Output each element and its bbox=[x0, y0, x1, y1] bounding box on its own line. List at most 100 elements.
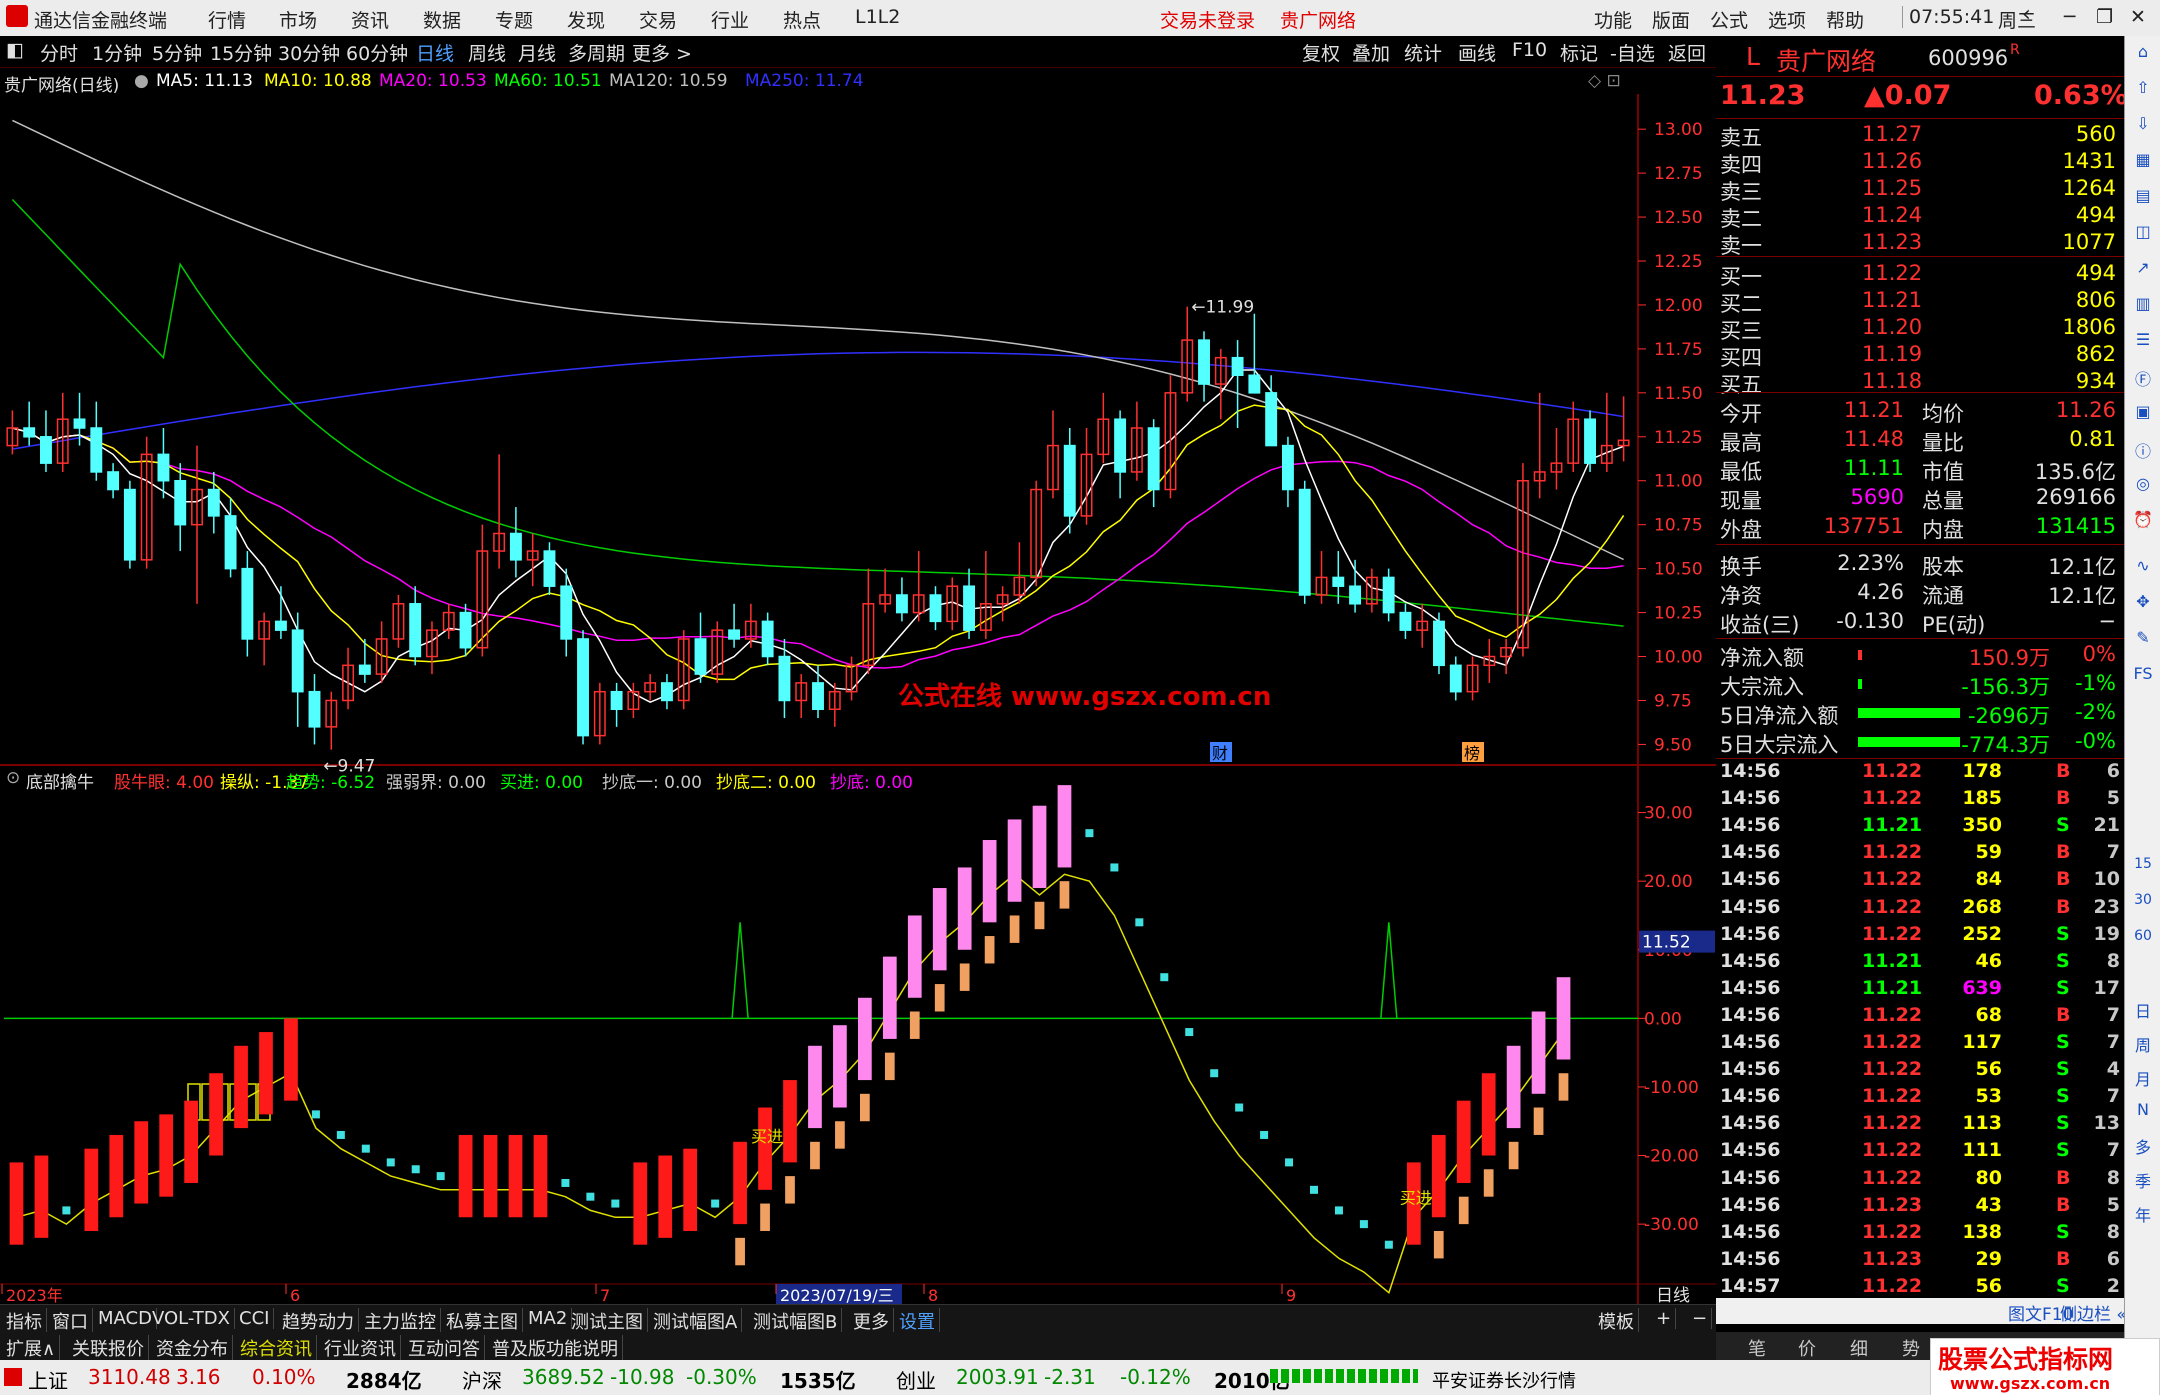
candle-body[interactable] bbox=[90, 427, 103, 473]
indicator-tab[interactable]: 主力监控 bbox=[360, 1308, 441, 1334]
btn-overlay[interactable]: 叠加 bbox=[1352, 39, 1390, 66]
btn-draw[interactable]: 画线 bbox=[1458, 39, 1496, 66]
link-sidebar[interactable]: 侧边栏 « bbox=[2060, 1300, 2127, 1325]
trend-icon[interactable]: ↗ bbox=[2131, 258, 2155, 280]
bid-row[interactable]: 买二 11.21 806 bbox=[1716, 288, 2124, 316]
candle-body[interactable] bbox=[459, 611, 472, 649]
alarm-icon[interactable]: ⏰ bbox=[2131, 510, 2155, 532]
candle-body[interactable] bbox=[895, 594, 908, 614]
candle-body[interactable] bbox=[1449, 664, 1462, 693]
period-num-60[interactable]: 60 bbox=[2131, 928, 2155, 950]
candle-body[interactable] bbox=[1231, 356, 1244, 377]
candle-body[interactable] bbox=[577, 638, 589, 737]
ask-row[interactable]: 卖五 11.27 560 bbox=[1716, 122, 2124, 150]
indicator-tab[interactable]: VOL-TDX bbox=[148, 1308, 235, 1329]
candle-body[interactable] bbox=[660, 682, 673, 702]
period-quick[interactable]: 日 bbox=[2131, 998, 2155, 1021]
indicator-tab[interactable]: 趋势动力 bbox=[278, 1308, 359, 1334]
menu-options[interactable]: 选项 bbox=[1768, 6, 1806, 33]
candle-body[interactable] bbox=[123, 488, 136, 561]
ask-row[interactable]: 卖四 11.26 1431 bbox=[1716, 149, 2124, 177]
menu-topic[interactable]: 专题 bbox=[495, 6, 533, 33]
bid-row[interactable]: 买四 11.19 862 bbox=[1716, 342, 2124, 370]
indicator-tab[interactable]: 指标 bbox=[2, 1308, 47, 1334]
candle-body[interactable] bbox=[1248, 374, 1261, 394]
extension-tab[interactable]: 资金分布 bbox=[152, 1335, 233, 1361]
menu-hot[interactable]: 热点 bbox=[783, 6, 821, 33]
login-status[interactable]: 交易未登录 bbox=[1160, 6, 1255, 33]
candle-body[interactable] bbox=[509, 532, 522, 561]
chart-area[interactable]: 13.00 12.75 12.50 12.25 12.00 11.75 11.50 11.25… bbox=[0, 94, 1716, 1304]
candle-body[interactable] bbox=[1349, 585, 1362, 605]
extension-tab[interactable]: 行业资讯 bbox=[320, 1335, 401, 1361]
menu-discover[interactable]: 发现 bbox=[567, 6, 605, 33]
candle-body[interactable] bbox=[543, 550, 556, 587]
period-60min[interactable]: 60分钟 bbox=[346, 39, 408, 66]
period-15min[interactable]: 15分钟 bbox=[210, 39, 272, 66]
menu-data[interactable]: 数据 bbox=[423, 6, 461, 33]
candle-body[interactable] bbox=[1298, 488, 1311, 596]
period-month[interactable]: 月线 bbox=[518, 39, 556, 66]
indicator-tab[interactable]: 测试主图 bbox=[567, 1308, 648, 1334]
period-day[interactable]: 日线 bbox=[416, 39, 454, 66]
period-num-30[interactable]: 30 bbox=[2131, 892, 2155, 914]
ask-row[interactable]: 卖二 11.24 494 bbox=[1716, 203, 2124, 231]
ma-settings-icon[interactable]: ● bbox=[134, 71, 149, 91]
indicator-tab[interactable]: MA2 bbox=[524, 1308, 573, 1329]
menu-industry[interactable]: 行业 bbox=[711, 6, 749, 33]
btn-mark[interactable]: 标记 bbox=[1560, 39, 1598, 66]
grid-icon[interactable]: ▤ bbox=[2131, 186, 2155, 208]
period-quick[interactable]: 年 bbox=[2131, 1202, 2155, 1225]
btn-stats[interactable]: 统计 bbox=[1404, 39, 1442, 66]
menu-help[interactable]: 帮助 bbox=[1826, 6, 1864, 33]
restore-icon[interactable]: ❐ bbox=[2096, 6, 2113, 28]
rsi-icon[interactable]: ∿ bbox=[2131, 556, 2155, 578]
candle-body[interactable] bbox=[1265, 392, 1278, 447]
ask-row[interactable]: 卖一 11.23 1077 bbox=[1716, 230, 2124, 258]
index-name[interactable]: 沪深 bbox=[462, 1365, 502, 1394]
download-icon[interactable]: ⇩ bbox=[2131, 114, 2155, 136]
template-tab[interactable]: 模板 bbox=[1594, 1308, 1639, 1334]
candle-body[interactable] bbox=[207, 488, 220, 517]
candle-body[interactable] bbox=[1063, 444, 1076, 517]
candle-body[interactable] bbox=[560, 585, 573, 640]
tab-trend[interactable]: 势 bbox=[1902, 1335, 1920, 1361]
tab-price[interactable]: 价 bbox=[1798, 1335, 1816, 1361]
period-tick[interactable]: 分时 bbox=[40, 39, 78, 66]
target-icon[interactable]: ◎ bbox=[2131, 474, 2155, 496]
list-icon[interactable]: ☰ bbox=[2131, 330, 2155, 352]
btn-fuquan[interactable]: 复权 bbox=[1302, 39, 1340, 66]
menu-trade[interactable]: 交易 bbox=[639, 6, 677, 33]
candle-body[interactable] bbox=[1281, 444, 1294, 491]
indicator-tab[interactable]: 更多 bbox=[849, 1308, 894, 1334]
candle-icon[interactable]: ▥ bbox=[2131, 294, 2155, 316]
menu-market[interactable]: 市场 bbox=[279, 6, 317, 33]
fs-icon[interactable]: FS bbox=[2131, 664, 2155, 686]
table-icon[interactable]: ◫ bbox=[2131, 222, 2155, 244]
candle-body[interactable] bbox=[358, 664, 371, 675]
up-icon[interactable]: ⇧ bbox=[2131, 78, 2155, 100]
period-quick[interactable]: 月 bbox=[2131, 1066, 2155, 1089]
period-30min[interactable]: 30分钟 bbox=[278, 39, 340, 66]
quote-stock-name[interactable]: 贵广网络 bbox=[1776, 42, 1876, 78]
candle-body[interactable] bbox=[1399, 611, 1412, 631]
candle-body[interactable] bbox=[610, 690, 623, 711]
template-tab[interactable]: − bbox=[1688, 1308, 1713, 1329]
candle-body[interactable] bbox=[1332, 576, 1345, 587]
candle-body[interactable] bbox=[224, 515, 237, 570]
pen-icon[interactable]: ✎ bbox=[2131, 628, 2155, 650]
candle-body[interactable] bbox=[694, 638, 707, 675]
candle-body[interactable] bbox=[1198, 339, 1210, 385]
close-icon[interactable]: ✕ bbox=[2130, 6, 2146, 28]
period-quick[interactable]: 季 bbox=[2131, 1168, 2155, 1191]
move-icon[interactable]: ✥ bbox=[2131, 592, 2155, 614]
info-icon[interactable]: ⓘ bbox=[2131, 438, 2155, 461]
candle-body[interactable] bbox=[274, 620, 287, 631]
candle-body[interactable] bbox=[241, 567, 254, 640]
period-quick[interactable]: 多 bbox=[2131, 1134, 2155, 1157]
indicator-tab[interactable]: 窗口 bbox=[48, 1308, 93, 1334]
indicator-tab[interactable]: 私募主图 bbox=[442, 1308, 523, 1334]
menu-l1l2[interactable]: L1L2 bbox=[855, 6, 900, 28]
menu-quote[interactable]: 行情 bbox=[208, 6, 246, 33]
index-name[interactable]: 创业 bbox=[896, 1365, 936, 1394]
